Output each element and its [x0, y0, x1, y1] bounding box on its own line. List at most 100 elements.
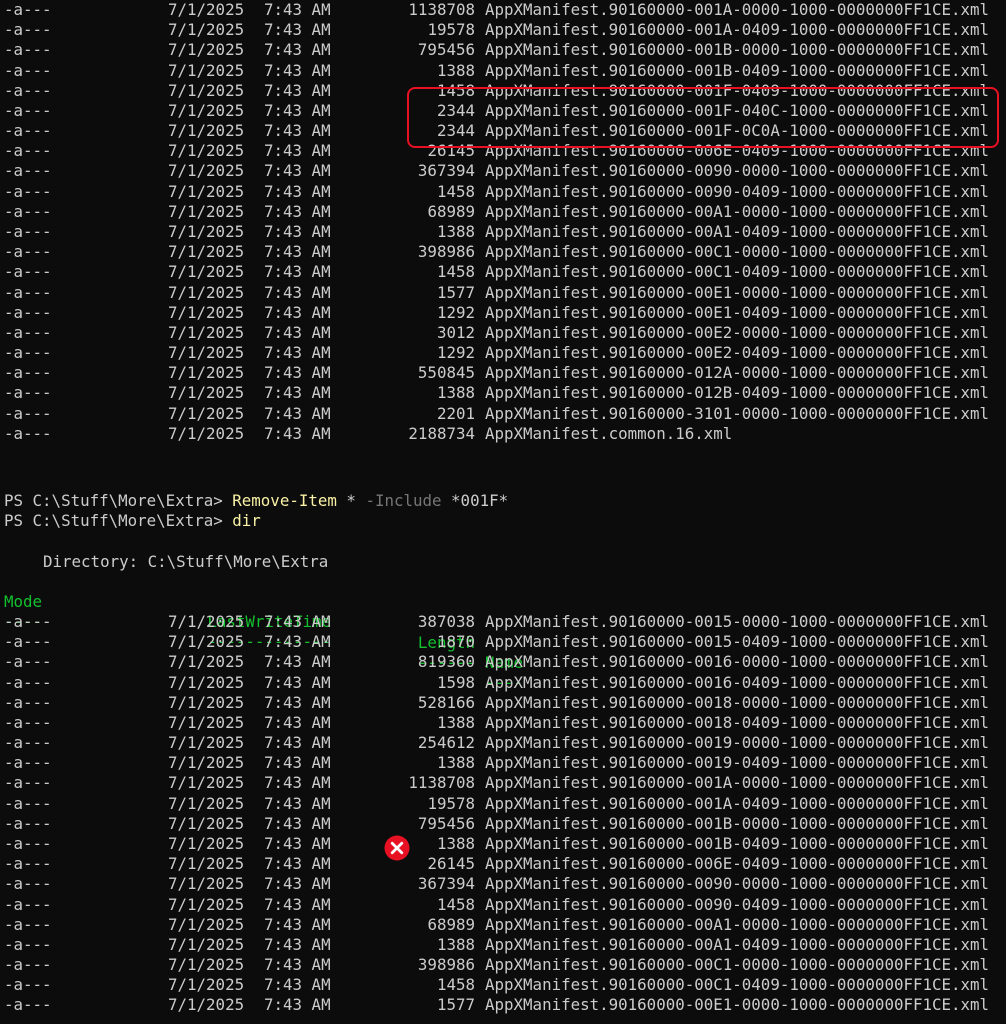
- command-argument: *001F*: [441, 491, 509, 511]
- file-name: AppXManifest.90160000-012A-0000-1000-000…: [485, 363, 990, 383]
- file-row: -a--- 7/1/2025 7:43 AM AppXManifest.9016000…: [0, 713, 1006, 733]
- prompt: PS C:\Stuff\More\Extra>: [4, 511, 233, 531]
- file-name: AppXManifest.90160000-0018-0409-1000-000…: [485, 712, 990, 732]
- prompt: PS C:\Stuff\More\Extra>: [4, 491, 233, 511]
- file-time: 7:43 AM: [264, 282, 331, 302]
- file-name: AppXManifest.90160000-001B-0000-1000-000…: [485, 813, 990, 833]
- highlight-box: [407, 87, 999, 148]
- file-date: 7/1/2025: [168, 141, 245, 161]
- file-date: 7/1/2025: [168, 793, 245, 813]
- file-name: AppXManifest.90160000-00A1-0000-1000-000…: [485, 914, 990, 934]
- file-row: -a--- 7/1/2025 7:43 AM AppXManifest.9016000…: [0, 0, 1006, 20]
- file-length: 1388: [436, 753, 475, 773]
- file-mode: -a---: [4, 854, 52, 874]
- file-mode: -a---: [4, 100, 52, 120]
- file-mode: -a---: [4, 692, 52, 712]
- file-row: -a--- 7/1/2025 7:43 AM AppXManifest.9016000…: [0, 161, 1006, 181]
- file-mode: -a---: [4, 221, 52, 241]
- file-time: 7:43 AM: [264, 854, 331, 874]
- file-time: 7:43 AM: [264, 181, 331, 201]
- file-date: 7/1/2025: [168, 221, 245, 241]
- file-date: 7/1/2025: [168, 262, 245, 282]
- file-mode: -a---: [4, 40, 52, 60]
- file-row: -a--- 7/1/2025 7:43 AM AppXManifest.9016000…: [0, 632, 1006, 652]
- file-name: AppXManifest.90160000-0090-0409-1000-000…: [485, 894, 990, 914]
- file-time: 7:43 AM: [264, 833, 331, 853]
- command-line-dir: PS C:\Stuff\More\Extra> dir: [0, 491, 261, 530]
- file-length: 1388: [436, 221, 475, 241]
- column-headers: Mode LastWriteTime Length Name: [0, 572, 1006, 672]
- file-time: 7:43 AM: [264, 423, 331, 443]
- terminal-window[interactable]: -a--- 7/1/2025 7:43 AM AppXManifest.9016000…: [0, 0, 1006, 1024]
- file-date: 7/1/2025: [168, 733, 245, 753]
- file-mode: -a---: [4, 995, 52, 1015]
- file-date: 7/1/2025: [168, 712, 245, 732]
- file-length: 2201: [436, 403, 475, 423]
- file-row: -a--- 7/1/2025 7:43 AM AppXManifest.common.…: [0, 424, 1006, 444]
- file-mode: -a---: [4, 672, 52, 692]
- file-date: 7/1/2025: [168, 201, 245, 221]
- file-name: AppXManifest.90160000-001B-0409-1000-000…: [485, 60, 990, 80]
- file-date: 7/1/2025: [168, 403, 245, 423]
- file-length: 2188734: [408, 423, 475, 443]
- file-date: 7/1/2025: [168, 995, 245, 1015]
- file-time: 7:43 AM: [264, 894, 331, 914]
- command-line-remove-item: PS C:\Stuff\More\Extra> Remove-Item * -I…: [0, 471, 508, 510]
- file-time: 7:43 AM: [264, 995, 331, 1015]
- file-name: AppXManifest.90160000-00A1-0000-1000-000…: [485, 201, 990, 221]
- file-date: 7/1/2025: [168, 975, 245, 995]
- file-date: 7/1/2025: [168, 874, 245, 894]
- file-name: AppXManifest.90160000-012B-0409-1000-000…: [485, 383, 990, 403]
- file-row: -a--- 7/1/2025 7:43 AM AppXManifest.9016000…: [0, 20, 1006, 40]
- file-name: AppXManifest.90160000-001B-0409-1000-000…: [485, 833, 990, 853]
- file-length: 26145: [427, 854, 475, 874]
- file-time: 7:43 AM: [264, 322, 331, 342]
- file-time: 7:43 AM: [264, 652, 331, 672]
- file-time: 7:43 AM: [264, 221, 331, 241]
- file-length: 68989: [427, 201, 475, 221]
- file-mode: -a---: [4, 141, 52, 161]
- file-time: 7:43 AM: [264, 0, 331, 19]
- file-name: AppXManifest.90160000-001B-0000-1000-000…: [485, 40, 990, 60]
- file-mode: -a---: [4, 813, 52, 833]
- file-mode: -a---: [4, 874, 52, 894]
- file-mode: -a---: [4, 423, 52, 443]
- file-length: 3012: [436, 322, 475, 342]
- command-parameter: -Include: [365, 491, 442, 511]
- file-row: -a--- 7/1/2025 7:43 AM AppXManifest.9016000…: [0, 652, 1006, 672]
- file-row: -a--- 7/1/2025 7:43 AM AppXManifest.9016000…: [0, 794, 1006, 814]
- file-mode: -a---: [4, 302, 52, 322]
- file-time: 7:43 AM: [264, 773, 331, 793]
- file-name: AppXManifest.90160000-00C1-0000-1000-000…: [485, 242, 990, 262]
- file-time: 7:43 AM: [264, 242, 331, 262]
- file-length: 1458: [436, 181, 475, 201]
- file-mode: -a---: [4, 181, 52, 201]
- file-name: AppXManifest.90160000-0018-0000-1000-000…: [485, 692, 990, 712]
- file-name: AppXManifest.90160000-00E1-0000-1000-000…: [485, 995, 990, 1015]
- file-name: AppXManifest.90160000-0090-0000-1000-000…: [485, 874, 990, 894]
- file-date: 7/1/2025: [168, 20, 245, 40]
- file-mode: -a---: [4, 612, 52, 631]
- file-name: AppXManifest.90160000-00E1-0409-1000-000…: [485, 302, 990, 322]
- command-argument: *: [336, 491, 366, 511]
- file-date: 7/1/2025: [168, 894, 245, 914]
- file-time: 7:43 AM: [264, 403, 331, 423]
- file-row: -a--- 7/1/2025 7:43 AM AppXManifest.9016000…: [0, 874, 1006, 894]
- file-length: 254612: [417, 733, 475, 753]
- file-mode: -a---: [4, 403, 52, 423]
- file-name: AppXManifest.90160000-00C1-0000-1000-000…: [485, 955, 990, 975]
- file-mode: -a---: [4, 975, 52, 995]
- file-mode: -a---: [4, 894, 52, 914]
- file-date: 7/1/2025: [168, 302, 245, 322]
- file-time: 7:43 AM: [264, 302, 331, 322]
- file-name: AppXManifest.90160000-0090-0409-1000-000…: [485, 181, 990, 201]
- file-time: 7:43 AM: [264, 612, 331, 631]
- file-date: 7/1/2025: [168, 753, 245, 773]
- file-time: 7:43 AM: [264, 733, 331, 753]
- file-length: 1388: [436, 934, 475, 954]
- file-date: 7/1/2025: [168, 854, 245, 874]
- file-time: 7:43 AM: [264, 712, 331, 732]
- file-length: 367394: [417, 874, 475, 894]
- file-row: -a--- 7/1/2025 7:43 AM AppXManifest.9016000…: [0, 363, 1006, 383]
- file-date: 7/1/2025: [168, 100, 245, 120]
